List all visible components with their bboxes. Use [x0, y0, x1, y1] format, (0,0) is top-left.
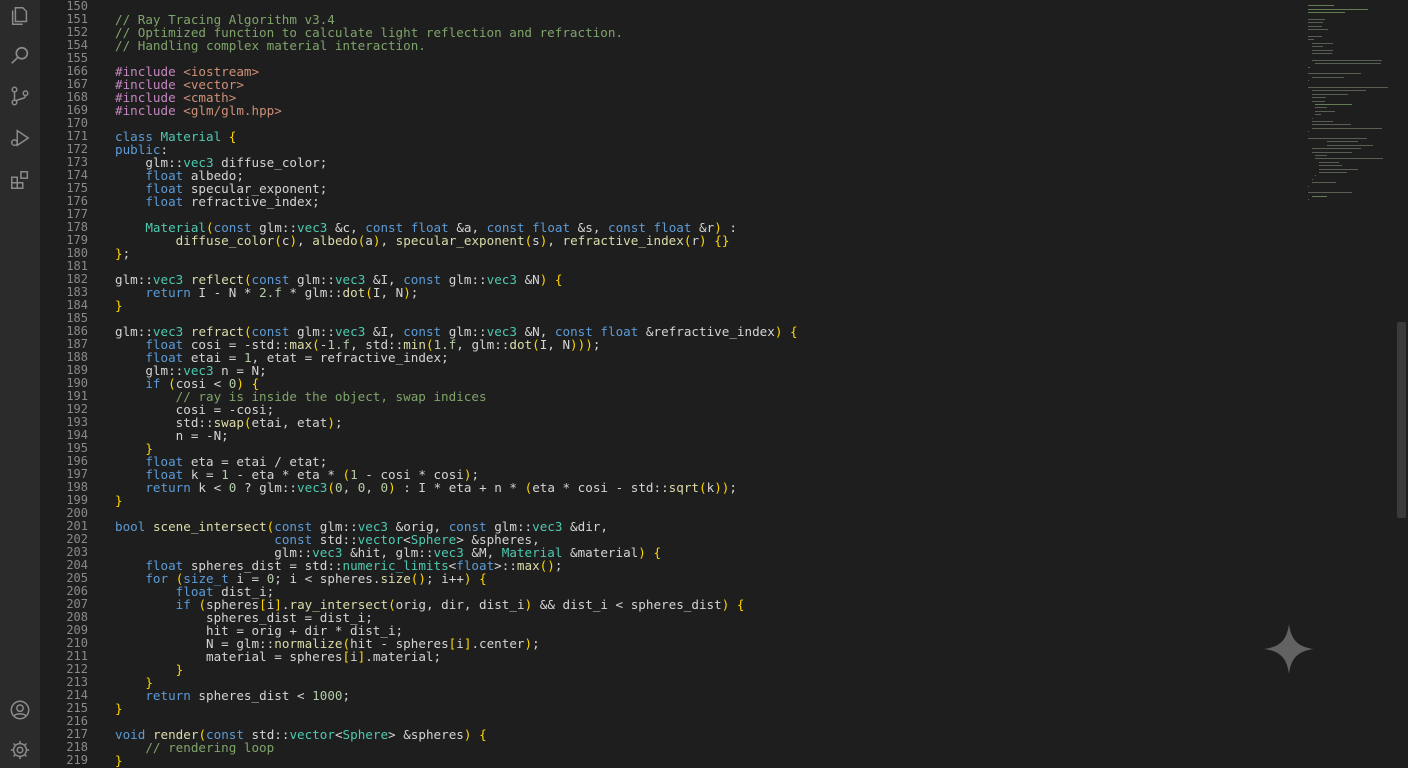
minimap-line: [1315, 107, 1327, 109]
files-icon[interactable]: [8, 4, 32, 28]
minimap-line: [1311, 93, 1348, 95]
minimap-line: [1318, 168, 1359, 170]
minimap-line: [1308, 29, 1328, 31]
minimap-line: [1311, 100, 1326, 102]
minimap-line: [1311, 97, 1326, 99]
minimap-line: [1315, 114, 1322, 116]
minimap-line: [1308, 22, 1324, 24]
minimap-line: [1308, 87, 1388, 88]
code-line[interactable]: return k < 0 ? glm::vec3(0, 0, 0) : I * …: [115, 481, 1298, 494]
code-line[interactable]: [115, 117, 1298, 130]
search-icon[interactable]: [8, 44, 32, 68]
code-line[interactable]: n = -N;: [115, 429, 1298, 442]
minimap-line: [1315, 158, 1383, 160]
code-line[interactable]: diffuse_color(c), albedo(a), specular_ex…: [115, 234, 1298, 247]
minimap-line: [1311, 178, 1313, 180]
minimap-line: [1308, 80, 1309, 82]
minimap-line: [1308, 8, 1369, 10]
minimap-line: [1311, 117, 1313, 119]
activity-bar: [0, 0, 40, 768]
minimap-line: [1308, 192, 1353, 194]
minimap-line: [1308, 185, 1309, 187]
minimap-line: [1315, 63, 1381, 65]
code-line[interactable]: }: [115, 754, 1298, 767]
minimap-line: [1311, 127, 1382, 129]
minimap-line: [1308, 131, 1309, 133]
minimap-line: [1311, 42, 1334, 44]
code-line[interactable]: glm::vec3 diffuse_color;: [115, 156, 1298, 169]
minimap-line: [1311, 182, 1336, 184]
minimap-line: [1318, 172, 1347, 173]
code-editor[interactable]: 150 151 152 154 155 166 167 168 169 170 171 172 173 1…: [40, 0, 1298, 768]
minimap-line: [1315, 110, 1335, 112]
extensions-icon[interactable]: [8, 168, 32, 192]
code-line[interactable]: // ray is inside the object, swap indice…: [115, 390, 1298, 403]
line-number-gutter: 150 151 152 154 155 166 167 168 169 170 171 172 173 1…: [40, 0, 88, 767]
code-line[interactable]: void render(const std::vector<Sphere> &s…: [115, 728, 1298, 741]
vertical-scrollbar[interactable]: [1394, 0, 1408, 768]
code-line[interactable]: #include <iostream>: [115, 65, 1298, 78]
code-line[interactable]: #include <vector>: [115, 78, 1298, 91]
minimap-line: [1308, 73, 1362, 75]
minimap-line: [1308, 5, 1335, 7]
line-number: 219: [66, 753, 88, 767]
run-debug-icon[interactable]: [8, 126, 32, 150]
code-line[interactable]: return spheres_dist < 1000;: [115, 689, 1298, 702]
code-line[interactable]: }: [115, 494, 1298, 507]
minimap-line: [1311, 49, 1334, 51]
code-line[interactable]: // rendering loop: [115, 741, 1298, 754]
minimap-line: [1315, 155, 1327, 156]
code-line[interactable]: // Handling complex material interaction…: [115, 39, 1298, 52]
minimap-line: [1326, 144, 1373, 146]
code-line[interactable]: for (size_t i = 0; i < spheres.size(); i…: [115, 572, 1298, 585]
minimap-line: [1308, 36, 1323, 37]
minimap-line: [1311, 124, 1352, 126]
code-line[interactable]: return I - N * 2.f * glm::dot(I, N);: [115, 286, 1298, 299]
minimap-line: [1311, 151, 1353, 153]
sparkle-icon: [1264, 624, 1314, 674]
minimap-line: [1308, 199, 1309, 201]
minimap-line: [1308, 12, 1345, 14]
scrollbar-thumb[interactable]: [1397, 322, 1406, 518]
minimap-line: [1315, 104, 1353, 105]
code-line[interactable]: glm::vec3 n = N;: [115, 364, 1298, 377]
code-area[interactable]: // Ray Tracing Algorithm v3.4// Optimize…: [115, 0, 1298, 767]
minimap-line: [1318, 165, 1343, 167]
code-line[interactable]: float etai = 1, etat = refractive_index;: [115, 351, 1298, 364]
minimap-line: [1311, 76, 1344, 78]
code-line[interactable]: };: [115, 247, 1298, 260]
code-line[interactable]: #include <glm/glm.hpp>: [115, 104, 1298, 117]
minimap-line: [1326, 141, 1359, 143]
code-line[interactable]: material = spheres[i].material;: [115, 650, 1298, 663]
minimap-line: [1311, 148, 1362, 150]
minimap-line: [1311, 195, 1327, 197]
source-control-icon[interactable]: [8, 84, 32, 108]
minimap-line: [1308, 39, 1315, 41]
code-line[interactable]: [115, 52, 1298, 65]
minimap-line: [1308, 19, 1326, 20]
minimap-line: [1311, 53, 1333, 54]
minimap-line: [1308, 25, 1323, 27]
minimap-line: [1308, 138, 1367, 139]
code-line[interactable]: }: [115, 702, 1298, 715]
minimap-line: [1311, 59, 1382, 61]
settings-gear-icon[interactable]: [8, 738, 32, 762]
code-line[interactable]: }: [115, 299, 1298, 312]
code-line[interactable]: std::swap(etai, etat);: [115, 416, 1298, 429]
minimap-line: [1315, 175, 1317, 177]
minimap-line: [1311, 121, 1334, 122]
code-line[interactable]: }: [115, 663, 1298, 676]
code-line[interactable]: #include <cmath>: [115, 91, 1298, 104]
account-icon[interactable]: [8, 698, 32, 722]
minimap-line: [1311, 90, 1366, 92]
minimap-line: [1318, 161, 1339, 163]
minimap-line: [1311, 46, 1324, 48]
code-line[interactable]: float refractive_index;: [115, 195, 1298, 208]
minimap-line: [1308, 66, 1310, 68]
code-line[interactable]: class Material {: [115, 130, 1298, 143]
